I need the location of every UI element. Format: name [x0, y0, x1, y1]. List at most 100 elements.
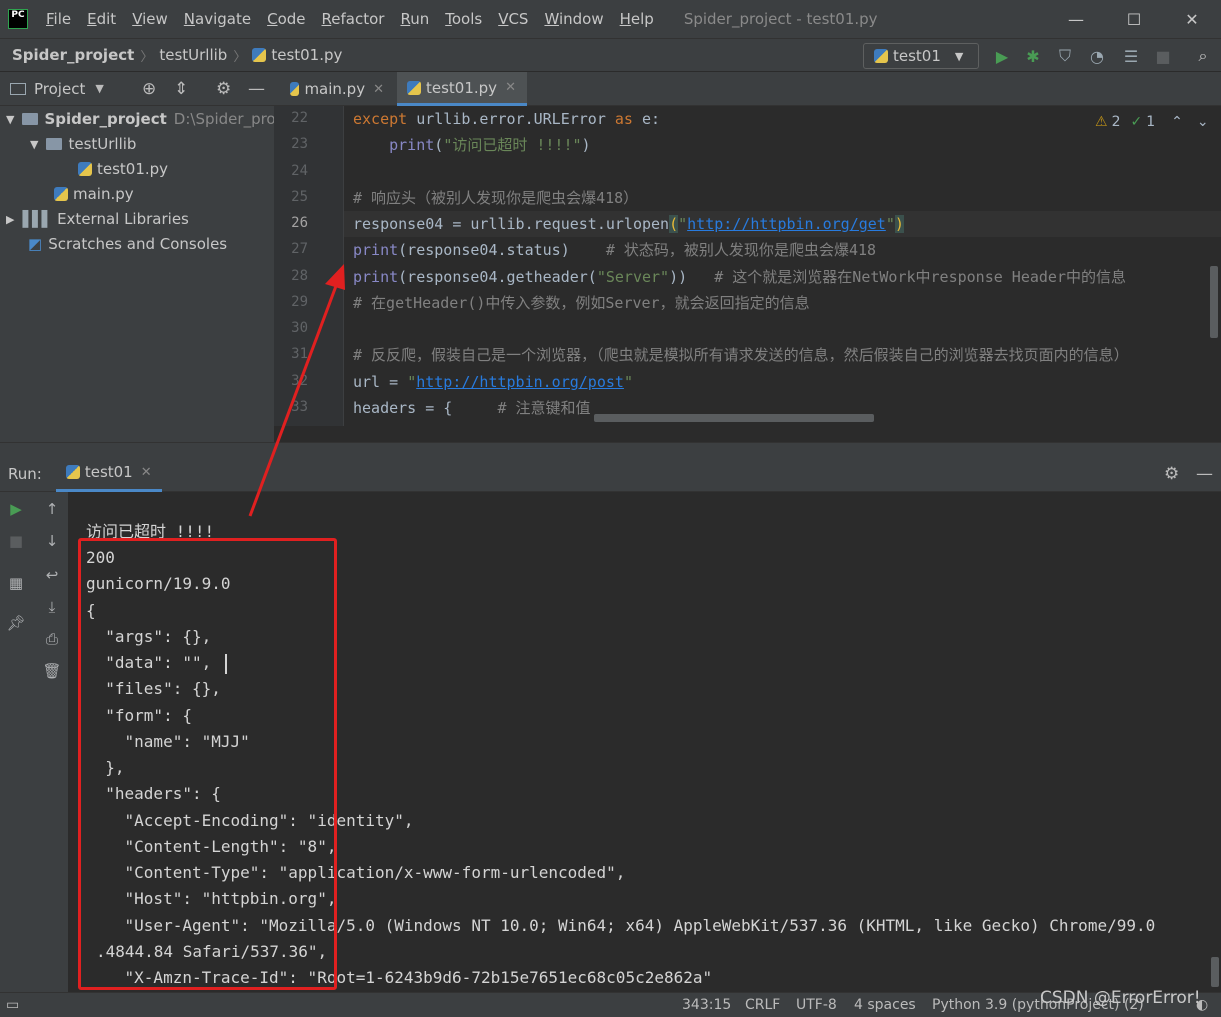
tool-windows-icon[interactable]: ▭: [6, 997, 19, 1013]
editor-horizontal-scrollbar[interactable]: [594, 414, 874, 422]
line-number: 22: [291, 110, 308, 126]
close-tab-icon[interactable]: ✕: [373, 82, 384, 97]
code-line-current: response04 = urllib.request.urlopen("htt…: [344, 211, 1221, 237]
tree-item-external-libraries[interactable]: ▶ ▌▌▌ External Libraries: [6, 207, 189, 231]
python-file-icon: [65, 465, 80, 479]
line-number: 28: [291, 268, 308, 284]
layout-icon[interactable]: ▦: [5, 572, 27, 594]
tree-item-label: main.py: [73, 185, 134, 203]
editor-vertical-scrollbar[interactable]: [1210, 266, 1218, 338]
line-number-current: 26: [291, 215, 308, 231]
tab-test01-py[interactable]: test01.py ✕: [397, 72, 527, 106]
run-config-select[interactable]: test01 ▼: [863, 43, 979, 69]
chevron-down-icon[interactable]: ▼: [95, 82, 103, 95]
menu-view[interactable]: View: [124, 10, 176, 28]
indent-setting[interactable]: 4 spaces: [854, 997, 916, 1013]
scroll-up-icon[interactable]: ↑: [41, 498, 63, 520]
inspection-widget[interactable]: ⚠ 2 ✓ 1 ⌃ ⌄: [1095, 110, 1221, 134]
hide-icon[interactable]: —: [1196, 464, 1213, 484]
breadcrumb-folder[interactable]: testUrllib: [159, 46, 227, 64]
tree-item-label: External Libraries: [57, 210, 189, 228]
debug-icon[interactable]: ✱: [1021, 45, 1045, 67]
close-window-icon[interactable]: ✕: [1162, 0, 1221, 38]
profile-icon[interactable]: ◔: [1085, 45, 1109, 67]
line-number-gutter: 22 23 24 25 26 27 28 29 30 31 32 33: [274, 106, 344, 426]
console-scrollbar[interactable]: [1211, 957, 1219, 987]
maximize-icon[interactable]: ☐: [1104, 0, 1164, 38]
menu-code[interactable]: Code: [259, 10, 313, 28]
tree-item-label: testUrllib: [68, 135, 137, 153]
scratches-icon: ◩: [28, 235, 43, 253]
breadcrumb-file[interactable]: test01.py: [271, 46, 342, 64]
line-number: 30: [291, 320, 308, 336]
coverage-icon[interactable]: ⛉: [1053, 45, 1077, 67]
stop-icon[interactable]: ■: [1151, 45, 1175, 67]
tree-item-path: D:\Spider_proj: [173, 110, 280, 128]
tree-item-test01-py[interactable]: test01.py: [78, 157, 168, 181]
chevron-down-icon: ▼: [30, 137, 39, 151]
menu-tools[interactable]: Tools: [437, 10, 490, 28]
tree-item-scratches[interactable]: ◩ Scratches and Consoles: [28, 232, 227, 256]
line-number: 32: [291, 373, 308, 389]
menu-run[interactable]: Run: [392, 10, 437, 28]
soft-wrap-icon[interactable]: ↩: [41, 564, 63, 586]
status-bar: ▭ 343:15 CRLF UTF-8 4 spaces Python 3.9 …: [0, 992, 1221, 1017]
tree-item-testurllib[interactable]: ▼ testUrllib: [30, 132, 136, 156]
code-line: # 响应头（被别人发现你是爬虫会爆418）: [353, 189, 639, 207]
warning-icon: ⚠: [1095, 114, 1108, 130]
pin-icon[interactable]: 📌︎: [5, 612, 27, 634]
trash-icon[interactable]: 🗑︎: [41, 660, 63, 682]
run-tab-label: test01: [84, 463, 133, 481]
project-view-icon: [10, 82, 26, 95]
breadcrumb-project[interactable]: Spider_project: [12, 46, 134, 64]
line-separator[interactable]: CRLF: [745, 997, 780, 1013]
menu-vcs[interactable]: VCS: [490, 10, 536, 28]
gear-icon[interactable]: ⚙: [216, 79, 231, 99]
line-number: 29: [291, 294, 308, 310]
python-file-icon: [78, 162, 92, 176]
run-tab-test01[interactable]: test01 ✕: [55, 456, 162, 492]
collapse-all-icon[interactable]: ⇕: [174, 79, 188, 99]
warning-count: 2: [1111, 114, 1121, 130]
tab-label: test01.py: [426, 78, 498, 97]
print-icon[interactable]: ⎙: [41, 628, 63, 650]
line-number: 25: [291, 189, 308, 205]
gear-icon[interactable]: ⚙: [1164, 464, 1179, 484]
menu-refactor[interactable]: Refactor: [314, 10, 393, 28]
search-icon[interactable]: ⌕: [1191, 45, 1215, 67]
menu-navigate[interactable]: Navigate: [176, 10, 259, 28]
close-tab-icon[interactable]: ✕: [141, 465, 152, 480]
tab-main-py[interactable]: main.py ✕: [280, 72, 394, 106]
scroll-to-end-icon[interactable]: ⤓: [41, 596, 63, 618]
panel-splitter[interactable]: [0, 442, 1221, 456]
caret-position[interactable]: 343:15: [682, 997, 731, 1013]
annotation-highlight-box: [78, 538, 337, 990]
line-number: 24: [291, 163, 308, 179]
python-file-icon: [54, 187, 68, 201]
file-encoding[interactable]: UTF-8: [796, 997, 837, 1013]
code-editor[interactable]: except urllib.error.URLError as e: print…: [344, 106, 1221, 426]
code-line: print(response04.status) # 状态码，被别人发现你是爬虫…: [353, 241, 877, 259]
project-view-label[interactable]: Project: [34, 80, 85, 98]
stop-icon[interactable]: ■: [5, 530, 27, 552]
next-highlight-icon[interactable]: ⌄: [1197, 114, 1209, 130]
hide-icon[interactable]: —: [248, 79, 265, 99]
close-tab-icon[interactable]: ✕: [505, 80, 516, 95]
menu-file[interactable]: File: [38, 10, 79, 28]
previous-highlight-icon[interactable]: ⌃: [1171, 114, 1183, 130]
tree-item-spider-project[interactable]: ▼ Spider_project D:\Spider_proj: [6, 107, 280, 131]
minimize-icon[interactable]: —: [1046, 0, 1106, 38]
run-icon[interactable]: ▶: [990, 45, 1014, 67]
scroll-down-icon[interactable]: ↓: [41, 530, 63, 552]
breadcrumb-separator-icon: 〉: [140, 49, 154, 65]
tree-item-main-py[interactable]: main.py: [54, 182, 134, 206]
concurrency-icon[interactable]: ☰: [1119, 45, 1143, 67]
menu-window[interactable]: Window: [536, 10, 611, 28]
menu-help[interactable]: Help: [612, 10, 662, 28]
rerun-icon[interactable]: ▶: [5, 498, 27, 520]
python-file-icon: [874, 49, 888, 63]
python-file-icon: [290, 82, 300, 96]
pycharm-logo-icon: PC: [8, 9, 28, 29]
menu-edit[interactable]: Edit: [79, 10, 124, 28]
locate-icon[interactable]: ⊕: [142, 79, 156, 99]
